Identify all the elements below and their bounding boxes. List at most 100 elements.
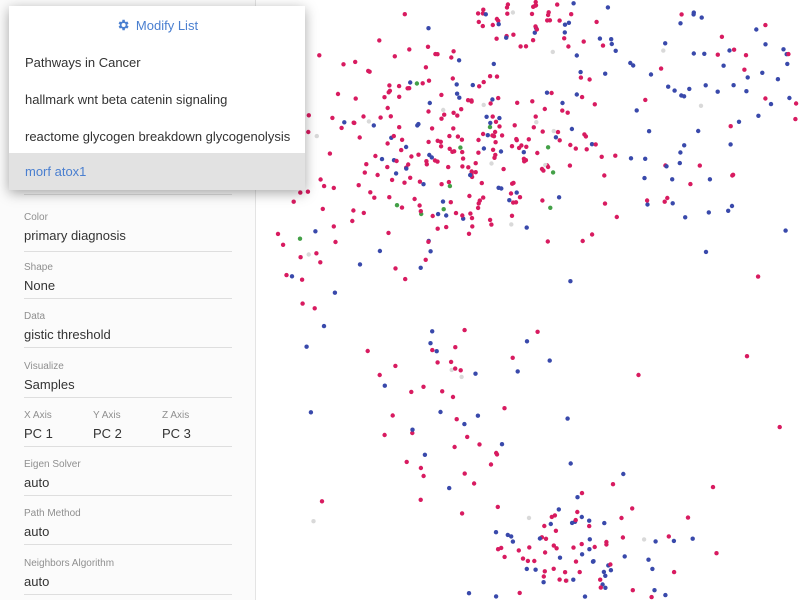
sample-point[interactable] bbox=[580, 238, 585, 244]
sample-point[interactable] bbox=[592, 102, 597, 107]
sample-point[interactable] bbox=[275, 231, 281, 237]
sample-point[interactable] bbox=[745, 75, 750, 80]
sample-point[interactable] bbox=[456, 58, 462, 63]
sample-point[interactable] bbox=[389, 177, 395, 183]
sample-point[interactable] bbox=[447, 183, 453, 189]
sample-point[interactable] bbox=[533, 24, 538, 29]
sample-point[interactable] bbox=[568, 461, 573, 466]
sample-point[interactable] bbox=[489, 161, 494, 166]
shape-value[interactable]: None bbox=[24, 278, 55, 293]
sample-point[interactable] bbox=[562, 36, 567, 41]
sample-point[interactable] bbox=[416, 121, 421, 127]
sample-point[interactable] bbox=[429, 155, 434, 160]
sample-point[interactable] bbox=[466, 165, 471, 170]
sample-point[interactable] bbox=[523, 44, 529, 49]
sample-point[interactable] bbox=[520, 556, 526, 561]
sample-point[interactable] bbox=[533, 114, 538, 119]
sample-point[interactable] bbox=[393, 363, 398, 369]
y-axis-select[interactable]: Y Axis PC 2 bbox=[93, 410, 161, 446]
sample-point[interactable] bbox=[719, 34, 725, 39]
sample-point[interactable] bbox=[577, 569, 582, 575]
sample-point[interactable] bbox=[513, 200, 519, 205]
sample-point[interactable] bbox=[466, 591, 472, 596]
sample-point[interactable] bbox=[473, 170, 478, 175]
sample-point[interactable] bbox=[417, 179, 423, 184]
sample-point[interactable] bbox=[731, 47, 737, 52]
sample-point[interactable] bbox=[521, 156, 527, 161]
sample-point[interactable] bbox=[448, 200, 453, 205]
sample-point[interactable] bbox=[481, 79, 486, 85]
sample-point[interactable] bbox=[634, 108, 639, 113]
sample-point[interactable] bbox=[392, 54, 397, 59]
sample-point[interactable] bbox=[781, 47, 786, 52]
sample-point[interactable] bbox=[460, 213, 465, 218]
sample-point[interactable] bbox=[672, 88, 677, 93]
sample-point[interactable] bbox=[562, 570, 568, 575]
sample-point[interactable] bbox=[314, 133, 319, 139]
sample-point[interactable] bbox=[308, 410, 314, 415]
sample-point[interactable] bbox=[545, 239, 550, 244]
sample-point[interactable] bbox=[541, 580, 546, 585]
sample-point[interactable] bbox=[403, 144, 409, 150]
sample-point[interactable] bbox=[515, 100, 520, 106]
sample-point[interactable] bbox=[418, 497, 423, 502]
sample-point[interactable] bbox=[353, 96, 358, 101]
sample-point[interactable] bbox=[515, 369, 520, 374]
sample-point[interactable] bbox=[434, 349, 439, 354]
sample-point[interactable] bbox=[377, 248, 383, 254]
sample-point[interactable] bbox=[534, 120, 539, 125]
sample-point[interactable] bbox=[608, 568, 614, 573]
sample-point[interactable] bbox=[541, 168, 546, 173]
sample-point[interactable] bbox=[372, 195, 377, 200]
sample-point[interactable] bbox=[439, 182, 444, 187]
sample-point[interactable] bbox=[507, 198, 512, 203]
data-value[interactable]: gistic threshold bbox=[24, 327, 111, 342]
sample-point[interactable] bbox=[763, 96, 768, 101]
sample-point[interactable] bbox=[371, 123, 376, 128]
sample-point[interactable] bbox=[362, 170, 367, 175]
sample-point[interactable] bbox=[571, 1, 576, 6]
eigen-solver-value[interactable]: auto bbox=[24, 475, 49, 490]
sample-point[interactable] bbox=[594, 19, 599, 25]
sample-point[interactable] bbox=[524, 225, 529, 230]
sample-point[interactable] bbox=[519, 143, 524, 148]
sample-point[interactable] bbox=[514, 136, 519, 142]
sample-point[interactable] bbox=[378, 115, 383, 120]
sample-point[interactable] bbox=[603, 573, 608, 578]
sample-point[interactable] bbox=[460, 164, 465, 169]
sample-point[interactable] bbox=[487, 74, 493, 79]
sample-point[interactable] bbox=[494, 452, 500, 457]
sample-point[interactable] bbox=[601, 569, 607, 575]
neighbors-algorithm-field[interactable]: Neighbors Algorithm auto bbox=[24, 558, 232, 595]
sample-point[interactable] bbox=[375, 172, 380, 178]
sample-point[interactable] bbox=[678, 150, 683, 155]
sample-point[interactable] bbox=[683, 215, 688, 220]
visualize-value[interactable]: Samples bbox=[24, 377, 75, 392]
sample-point[interactable] bbox=[457, 95, 462, 100]
sample-point[interactable] bbox=[504, 35, 509, 40]
sample-point[interactable] bbox=[613, 48, 618, 53]
sample-point[interactable] bbox=[690, 536, 695, 541]
sample-point[interactable] bbox=[587, 547, 592, 552]
sample-point[interactable] bbox=[682, 143, 687, 148]
sample-point[interactable] bbox=[579, 514, 584, 520]
sample-point[interactable] bbox=[424, 162, 429, 167]
sample-point[interactable] bbox=[763, 22, 768, 28]
sample-point[interactable] bbox=[350, 218, 355, 224]
sample-point[interactable] bbox=[455, 113, 460, 118]
sample-point[interactable] bbox=[377, 38, 382, 43]
sample-point[interactable] bbox=[549, 90, 554, 96]
sample-point[interactable] bbox=[593, 142, 598, 147]
sample-point[interactable] bbox=[495, 504, 500, 510]
sample-point[interactable] bbox=[404, 166, 409, 171]
sample-point[interactable] bbox=[497, 124, 502, 129]
sample-point[interactable] bbox=[548, 521, 553, 527]
sample-point[interactable] bbox=[475, 205, 481, 211]
sample-point[interactable] bbox=[300, 301, 305, 306]
x-axis-value[interactable]: PC 1 bbox=[24, 426, 53, 441]
sample-point[interactable] bbox=[742, 67, 747, 72]
sample-point[interactable] bbox=[744, 354, 750, 359]
sample-point[interactable] bbox=[481, 146, 487, 151]
sample-point[interactable] bbox=[729, 203, 735, 209]
sample-point[interactable] bbox=[493, 594, 499, 599]
